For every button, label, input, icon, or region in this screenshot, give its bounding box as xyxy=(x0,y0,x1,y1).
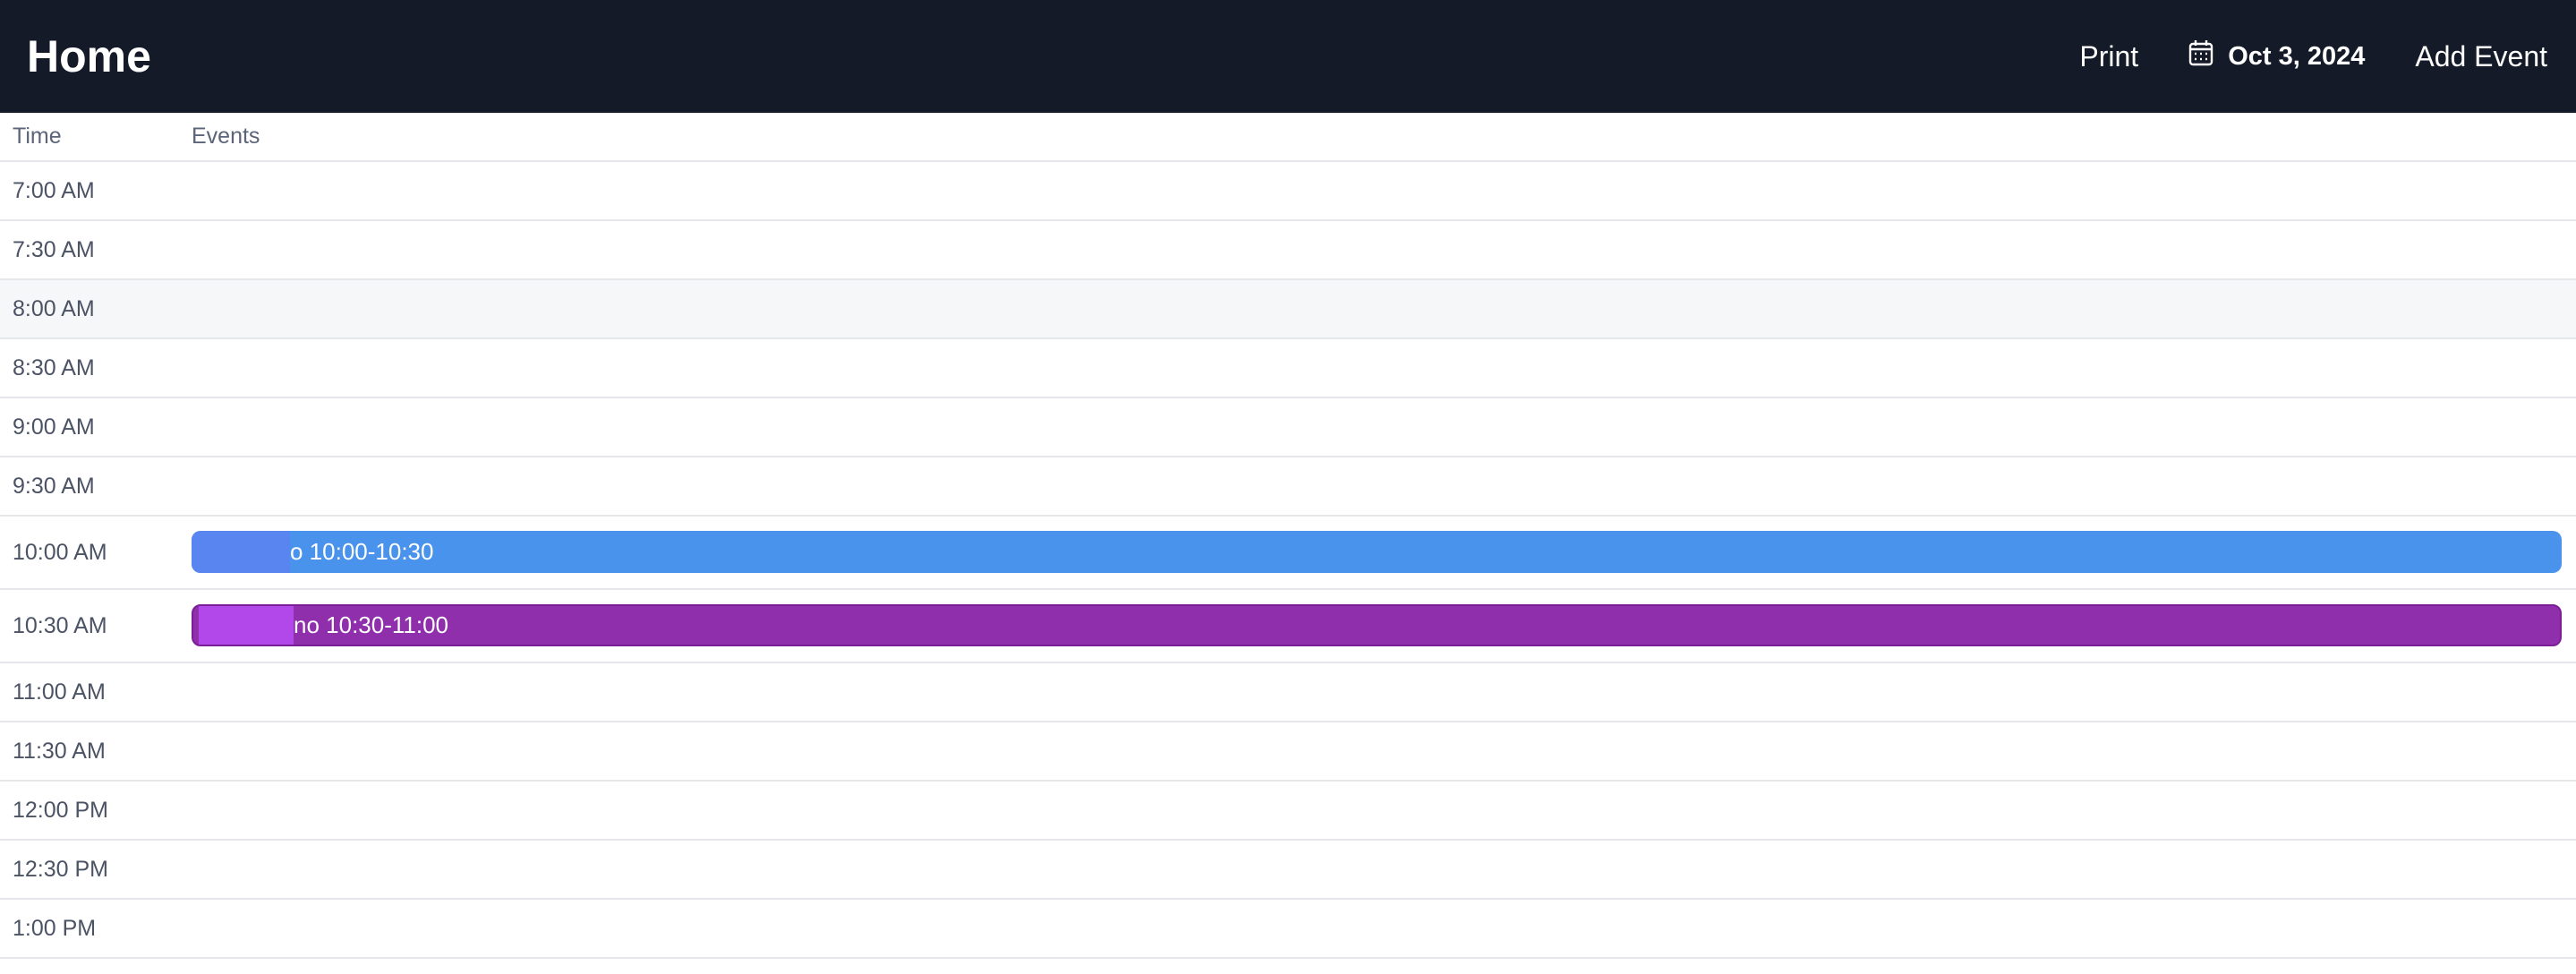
event-slot[interactable] xyxy=(192,221,2576,278)
date-picker-button[interactable]: Oct 3, 2024 xyxy=(2188,39,2365,73)
events-column-header: Events xyxy=(192,124,260,149)
event-slot[interactable] xyxy=(192,280,2576,337)
print-button[interactable]: Print xyxy=(2079,40,2138,73)
event-slot[interactable] xyxy=(192,900,2576,957)
time-label: 11:00 AM xyxy=(13,679,106,705)
event-slot[interactable] xyxy=(192,722,2576,780)
time-label: 10:30 AM xyxy=(13,612,107,638)
date-label: Oct 3, 2024 xyxy=(2228,41,2366,71)
time-label: 7:00 AM xyxy=(13,177,95,203)
event-slot[interactable]: no 10:30-11:00 xyxy=(192,590,2576,662)
time-row: 11:00 AM xyxy=(0,663,2576,722)
event-slot[interactable] xyxy=(192,782,2576,839)
time-row: 12:30 PM xyxy=(0,841,2576,900)
time-row: 12:00 PM xyxy=(0,782,2576,841)
page-title: Home xyxy=(27,31,151,81)
time-label: 11:30 AM xyxy=(13,738,106,764)
calendar-icon xyxy=(2188,39,2228,73)
event-label: no 10:30-11:00 xyxy=(294,611,448,638)
time-label: 8:00 AM xyxy=(13,295,95,321)
time-row: 11:30 AM xyxy=(0,722,2576,782)
time-label: 9:00 AM xyxy=(13,414,95,440)
time-row: 7:30 AM xyxy=(0,221,2576,280)
time-label: 12:30 PM xyxy=(13,856,109,882)
time-row: 8:00 AM xyxy=(0,280,2576,339)
event-slot[interactable] xyxy=(192,162,2576,219)
time-label: 7:30 AM xyxy=(13,236,95,262)
time-row: 1:00 PM xyxy=(0,900,2576,959)
event-block[interactable]: no 10:30-11:00 xyxy=(192,604,2562,646)
time-label: 1:00 PM xyxy=(13,915,97,941)
redacted-title xyxy=(199,606,294,645)
event-slot[interactable] xyxy=(192,841,2576,898)
time-row: 9:00 AM xyxy=(0,398,2576,457)
time-label: 12:00 PM xyxy=(13,797,109,823)
time-label: 8:30 AM xyxy=(13,355,95,380)
time-row: 9:30 AM xyxy=(0,457,2576,517)
event-block[interactable]: o 10:00-10:30 xyxy=(192,531,2562,573)
event-slot[interactable] xyxy=(192,457,2576,515)
time-label: 10:00 AM xyxy=(13,539,107,565)
time-label: 9:30 AM xyxy=(13,473,95,499)
add-event-button[interactable]: Add Event xyxy=(2415,40,2547,73)
event-slot[interactable] xyxy=(192,663,2576,721)
time-row: 10:30 AM no 10:30-11:00 xyxy=(0,590,2576,663)
redacted-title xyxy=(192,531,290,573)
time-row: 7:00 AM xyxy=(0,162,2576,221)
time-column-header: Time xyxy=(13,124,62,149)
event-slot[interactable]: o 10:00-10:30 xyxy=(192,517,2576,588)
time-row: 10:00 AM o 10:00-10:30 xyxy=(0,517,2576,590)
event-slot[interactable] xyxy=(192,398,2576,456)
event-label: o 10:00-10:30 xyxy=(290,538,434,565)
header-actions: Print Oct 3, 2024 Add Event xyxy=(2079,39,2547,73)
schedule-rows: 7:00 AM 7:30 AM 8:00 AM 8:30 AM 9:00 AM 9:30 … xyxy=(0,162,2576,959)
schedule-table-header: Time Events xyxy=(0,113,2576,162)
app-header: Home Print Oct 3, 2024 Add Event xyxy=(0,0,2576,113)
event-slot[interactable] xyxy=(192,339,2576,397)
time-row: 8:30 AM xyxy=(0,339,2576,398)
